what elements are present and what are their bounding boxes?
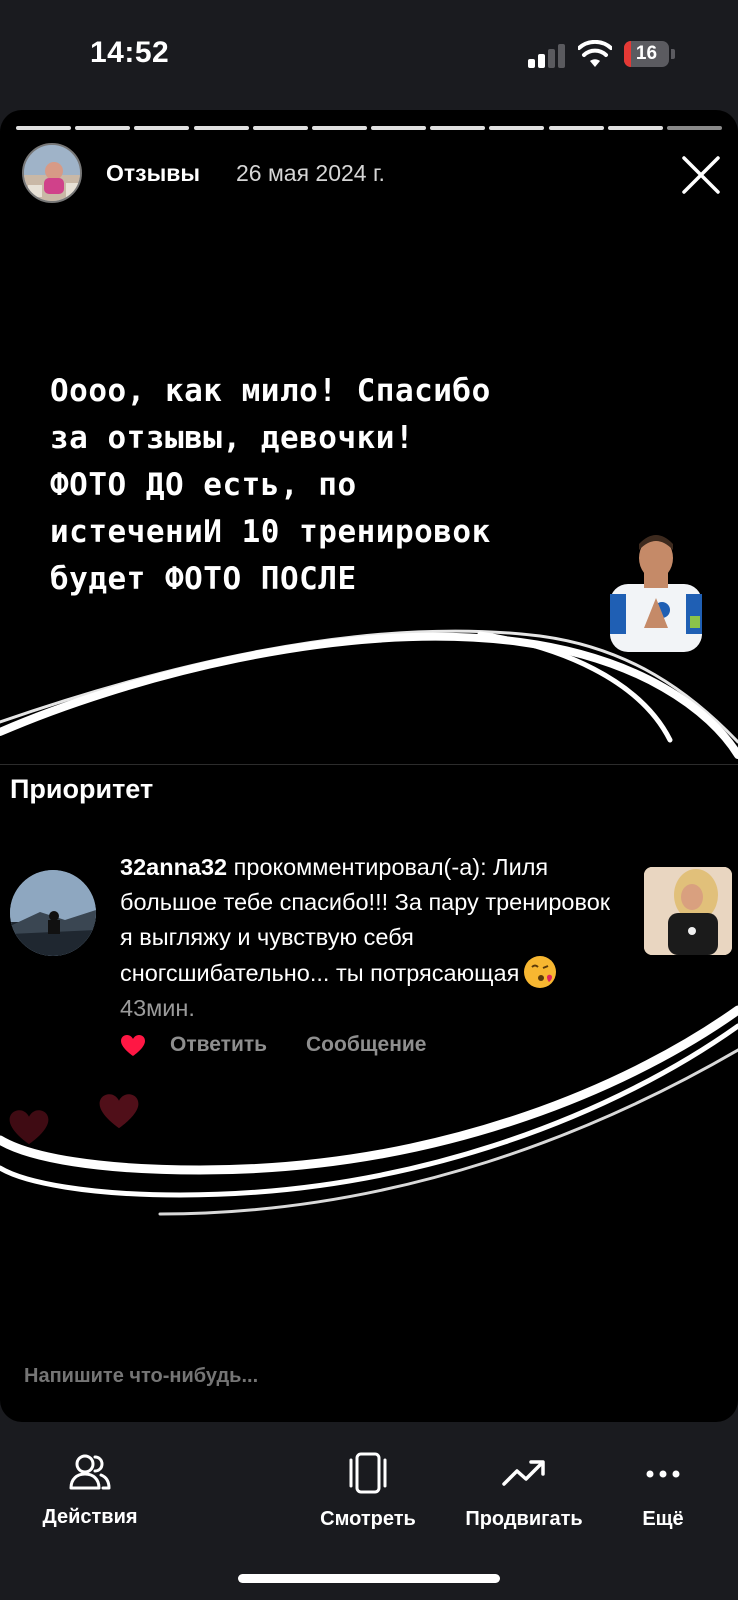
story-author-name[interactable]: Отзывы: [106, 160, 200, 187]
story-progress-segment: [548, 126, 604, 130]
floating-heart-icon: [9, 1110, 49, 1145]
battery-level: 16: [635, 43, 658, 64]
story-progress-segment: [311, 126, 367, 130]
tab-promote-label: Продвигать: [465, 1508, 583, 1530]
status-bar: 14:52 16: [0, 0, 738, 110]
story-progress-segment: [489, 126, 545, 130]
story-progress-segment: [16, 126, 72, 130]
status-time: 14:52: [90, 36, 170, 69]
story-thumbnail[interactable]: [644, 867, 732, 955]
story-progress-segment: [666, 126, 722, 130]
reply-button[interactable]: Ответить: [170, 1033, 267, 1057]
author-avatar-photo: [24, 145, 80, 201]
comment-action: прокомментировал(-а):: [227, 854, 494, 880]
tab-more-label: Ещё: [642, 1508, 684, 1530]
trending-up-icon: [502, 1460, 545, 1486]
bottom-nav: Действия Смотреть Продвигать Ещё: [0, 1422, 738, 1600]
story-progress-segment: [75, 126, 131, 130]
close-icon[interactable]: [678, 152, 724, 198]
heart-icon[interactable]: [120, 1034, 146, 1058]
reply-input[interactable]: [24, 1356, 704, 1396]
view-icon: [349, 1452, 387, 1494]
story-thumbnail-photo: [644, 867, 732, 955]
player-sticker: [610, 535, 702, 652]
story-progress-segment: [193, 126, 249, 130]
more-icon: [646, 1470, 680, 1478]
story-progress-segment: [252, 126, 308, 130]
battery-icon: 16: [624, 41, 675, 67]
story-progress-segment: [134, 126, 190, 130]
tab-view-label: Смотреть: [320, 1508, 416, 1530]
floating-heart-icon: [99, 1094, 139, 1129]
story-progress-bar: [16, 126, 722, 130]
home-indicator[interactable]: [238, 1574, 500, 1583]
story-caption: Оооо, как мило! Спасибо за отзывы, девоч…: [50, 373, 491, 597]
comment-body: 32anna32 прокомментировал(-а): Лиля боль…: [120, 850, 622, 1026]
author-avatar[interactable]: [22, 143, 82, 203]
commenter-avatar-photo: [10, 870, 96, 956]
message-button[interactable]: Сообщение: [306, 1033, 426, 1057]
divider: [0, 764, 738, 765]
story-progress-segment: [607, 126, 663, 130]
tab-view[interactable]: Смотреть: [308, 1452, 428, 1552]
tab-actions[interactable]: Действия: [30, 1452, 150, 1552]
story-progress-segment: [430, 126, 486, 130]
section-title-priority: Приоритет: [10, 774, 154, 804]
comment-actions: Ответить Сообщение: [120, 1030, 520, 1064]
commenter-avatar[interactable]: [10, 870, 96, 956]
people-icon: [69, 1454, 111, 1490]
story-progress-segment: [371, 126, 427, 130]
comment-username[interactable]: 32anna32: [120, 854, 227, 880]
tab-actions-label: Действия: [42, 1506, 138, 1528]
story-viewer[interactable]: Отзывы 26 мая 2024 г. Оооо, как мило! Сп…: [0, 110, 738, 1422]
story-date: 26 мая 2024 г.: [236, 160, 385, 186]
tab-promote[interactable]: Продвигать: [454, 1452, 594, 1552]
tab-more[interactable]: Ещё: [614, 1452, 712, 1552]
cellular-signal-icon: [528, 44, 566, 68]
face-blowing-kiss-icon: [524, 956, 557, 988]
comment-time: 43мин.: [120, 995, 195, 1021]
wifi-icon: [578, 40, 612, 67]
